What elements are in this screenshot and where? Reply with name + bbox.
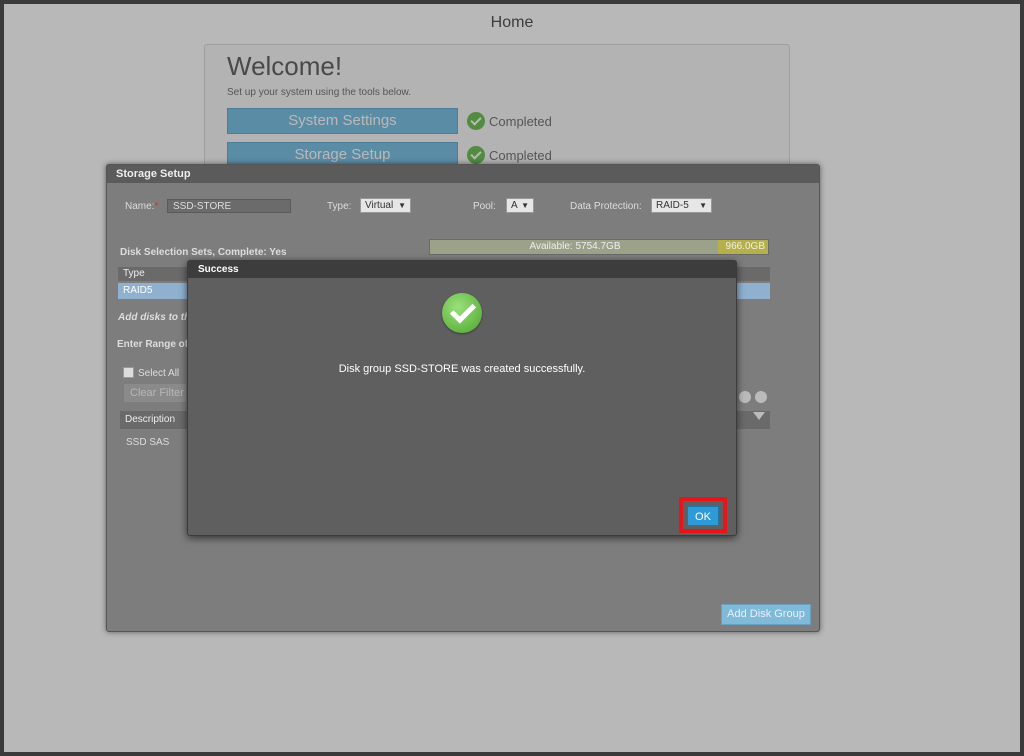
- used-capacity-label: 966.0GB: [725, 241, 765, 252]
- enter-range-label: Enter Range of: [117, 339, 189, 350]
- data-protection-label: Data Protection:: [570, 201, 642, 212]
- success-dialog: Success Disk group SSD-STORE was created…: [187, 260, 737, 536]
- filter-icon[interactable]: [753, 412, 765, 420]
- select-all-checkbox[interactable]: [123, 367, 134, 378]
- type-label: Type:: [327, 201, 352, 212]
- disk-selection-status: Disk Selection Sets, Complete: Yes: [120, 247, 287, 258]
- select-all-label: Select All: [138, 368, 180, 379]
- capacity-bar: Available: 5754.7GB 966.0GB: [429, 239, 769, 255]
- success-message: Disk group SSD-STORE was created success…: [338, 363, 586, 375]
- name-input[interactable]: SSD-STORE: [167, 199, 291, 213]
- chevron-down-icon: ▼: [521, 201, 529, 210]
- clear-filter-button[interactable]: Clear Filter: [124, 384, 186, 402]
- chevron-down-icon: ▼: [398, 201, 406, 210]
- pool-label: Pool:: [473, 201, 496, 212]
- data-protection-select[interactable]: RAID-5 ▼: [651, 198, 712, 213]
- prev-page-icon[interactable]: [739, 391, 751, 403]
- add-disk-group-button[interactable]: Add Disk Group: [721, 604, 811, 625]
- description-cell: SSD SAS: [126, 437, 170, 448]
- success-check-icon: [442, 293, 482, 333]
- type-select[interactable]: Virtual ▼: [360, 198, 411, 213]
- add-disks-label: Add disks to th: [118, 312, 191, 323]
- storage-setup-title: Storage Setup: [107, 165, 819, 183]
- app-frame: Home Welcome! Set up your system using t…: [0, 0, 1024, 756]
- name-label: Name:*: [125, 201, 159, 212]
- next-page-icon[interactable]: [755, 391, 767, 403]
- success-dialog-title: Success: [188, 261, 736, 278]
- pool-select[interactable]: A ▼: [506, 198, 534, 213]
- available-capacity-label: Available: 5754.7GB: [529, 241, 621, 252]
- chevron-down-icon: ▼: [699, 201, 707, 210]
- ok-button[interactable]: OK: [687, 506, 719, 526]
